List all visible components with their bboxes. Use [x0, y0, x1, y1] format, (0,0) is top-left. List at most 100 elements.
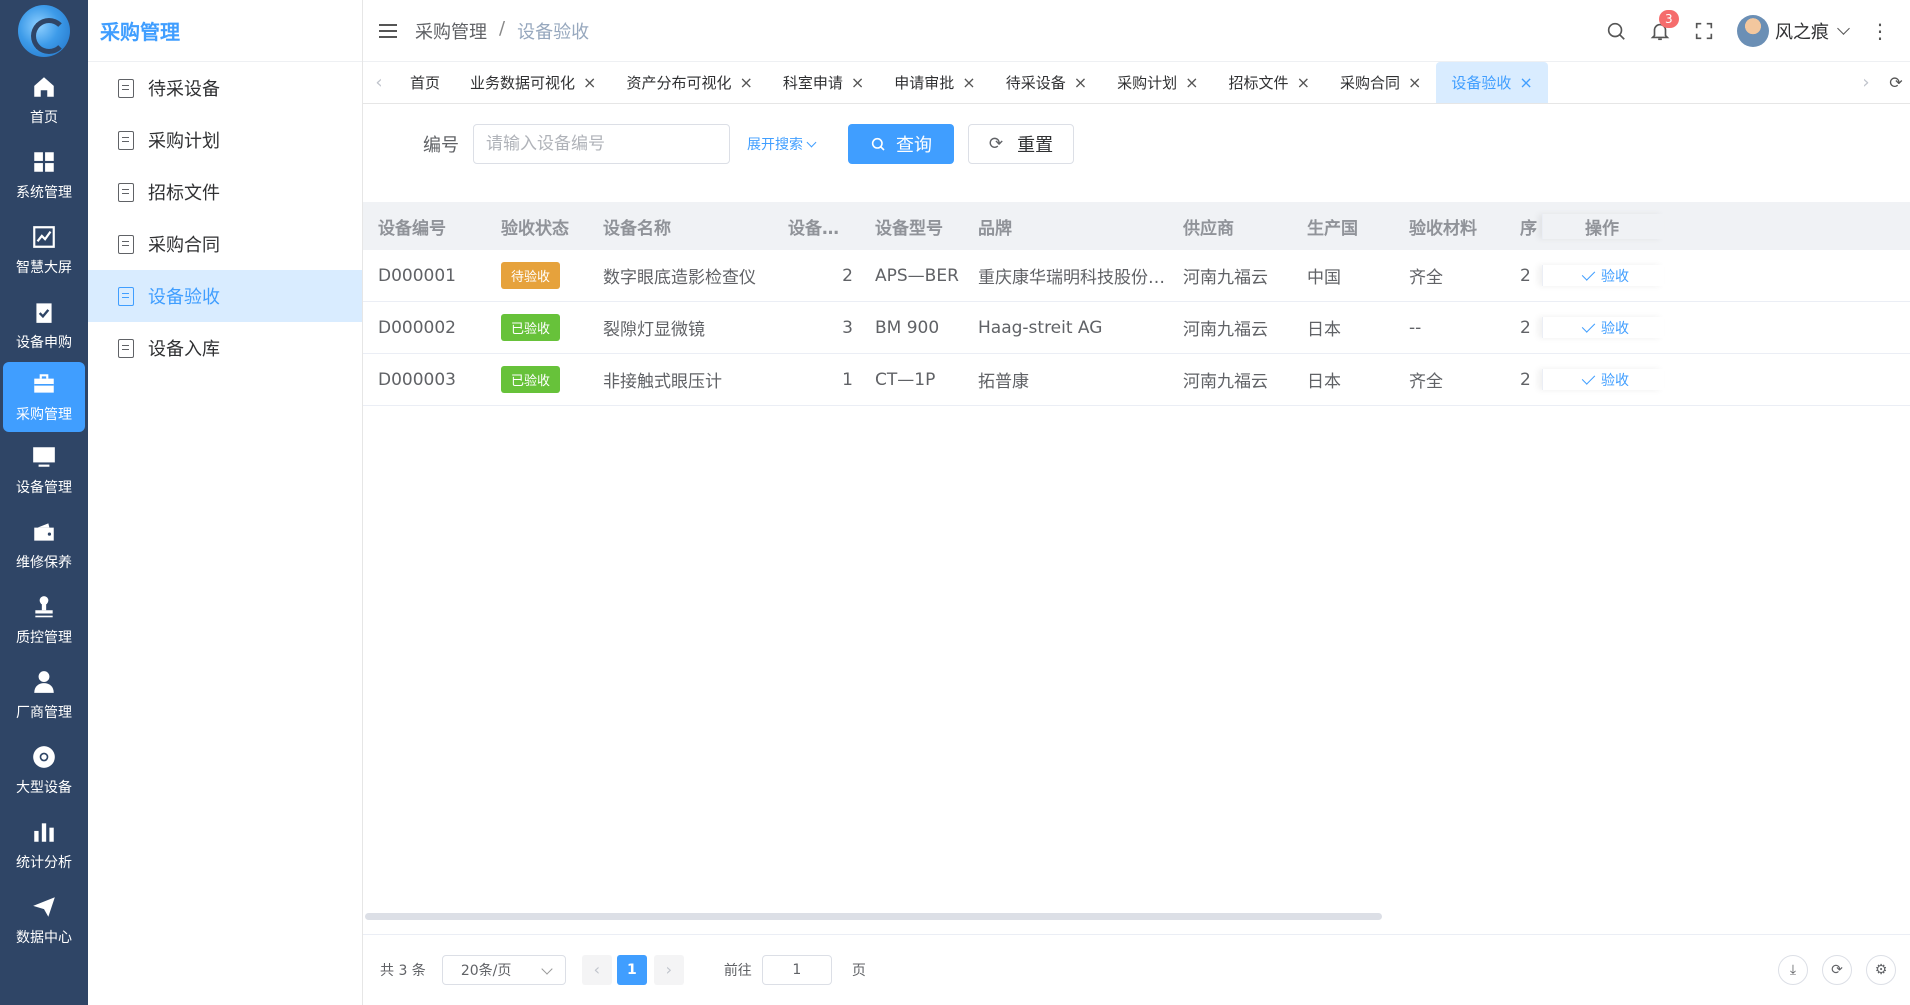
search-icon[interactable]: [1605, 20, 1627, 42]
rail-item-3[interactable]: 设备申购: [0, 287, 88, 362]
tab-1[interactable]: 业务数据可视化 ×: [455, 62, 611, 103]
accept-button[interactable]: 验收: [1581, 370, 1629, 390]
submenu-item-1[interactable]: 采购计划: [88, 114, 362, 166]
cell-status: 已验收: [486, 314, 588, 341]
accept-button[interactable]: 验收: [1581, 318, 1629, 338]
tabs-scroll-right-icon[interactable]: ›: [1850, 62, 1882, 103]
search-icon: [871, 137, 885, 151]
rail-item-10[interactable]: 统计分析: [0, 807, 88, 882]
query-button[interactable]: 查询: [848, 124, 954, 164]
submenu-item-0[interactable]: 待采设备: [88, 62, 362, 114]
col-header-material[interactable]: 验收材料: [1394, 214, 1505, 239]
col-header-quantity[interactable]: 设备数量: [773, 214, 860, 239]
breadcrumb: 采购管理 / 设备验收: [415, 18, 589, 44]
table-row[interactable]: D000003 已验收 非接触式眼压计 1 CT—1P 拓普康 河南九福云 日本 齐全 2 验收: [363, 354, 1910, 406]
rail-item-5[interactable]: 设备管理: [0, 432, 88, 507]
download-icon[interactable]: ⤓: [1778, 954, 1808, 985]
user-menu[interactable]: 风之痕: [1737, 14, 1850, 47]
tab-label: 首页: [410, 74, 441, 92]
rail-item-1[interactable]: 系统管理: [0, 137, 88, 212]
cell-brand: 重庆康华瑞明科技股份有…: [978, 268, 1168, 288]
tab-4[interactable]: 申请审批 ×: [879, 62, 990, 103]
tab-0[interactable]: 首页: [395, 62, 455, 103]
settings-gear-icon[interactable]: ⚙: [1866, 954, 1896, 985]
tab-7[interactable]: 招标文件 ×: [1214, 62, 1325, 103]
tab-label: 设备验收: [1451, 74, 1512, 92]
submenu-item-3[interactable]: 采购合同: [88, 218, 362, 270]
close-icon[interactable]: ×: [583, 73, 596, 92]
submenu-item-2[interactable]: 招标文件: [88, 166, 362, 218]
tab-8[interactable]: 采购合同 ×: [1325, 62, 1436, 103]
tab-label: 申请审批: [894, 74, 955, 92]
home-icon: [30, 73, 58, 101]
chrome-icon: [30, 743, 58, 771]
accept-button[interactable]: 验收: [1581, 266, 1629, 286]
cell-model: BM 900: [875, 317, 940, 338]
prev-page-button[interactable]: ‹: [581, 954, 612, 985]
page-size-select[interactable]: 20条/页: [441, 954, 566, 985]
close-icon[interactable]: ×: [1074, 73, 1087, 92]
rail-item-4[interactable]: 采购管理: [3, 362, 85, 432]
col-header-truncated[interactable]: 序: [1505, 214, 1542, 239]
fullscreen-icon[interactable]: [1693, 20, 1715, 42]
col-header-device-id[interactable]: 设备编号: [363, 214, 486, 239]
table-row[interactable]: D000001 待验收 数字眼底造影检查仪 2 APS—BER 重庆康华瑞明科技股份有… 河…: [363, 250, 1910, 302]
tab-9[interactable]: 设备验收 ×: [1436, 62, 1548, 103]
more-vertical-icon[interactable]: ⋮: [1870, 19, 1890, 43]
table-header: 设备编号 验收状态 设备名称 设备数量 设备型号 品牌 供应商 生产国 验收材料…: [363, 202, 1910, 250]
tabs-refresh-icon[interactable]: ⟳: [1882, 62, 1910, 103]
rail-item-label: 数据中心: [16, 929, 72, 946]
expand-search-link[interactable]: 展开搜索: [747, 134, 817, 154]
close-icon[interactable]: ×: [962, 73, 975, 92]
rail-item-11[interactable]: 数据中心: [0, 882, 88, 957]
breadcrumb-parent[interactable]: 采购管理: [415, 18, 487, 44]
reset-button[interactable]: ⟳ 重置: [968, 124, 1074, 164]
next-page-button[interactable]: ›: [653, 954, 684, 985]
user-icon: [30, 668, 58, 696]
horizontal-scrollbar[interactable]: [365, 913, 1382, 920]
goto-page-input[interactable]: [761, 954, 832, 985]
tab-5[interactable]: 待采设备 ×: [991, 62, 1102, 103]
rail-item-8[interactable]: 厂商管理: [0, 657, 88, 732]
col-header-name[interactable]: 设备名称: [588, 214, 773, 239]
device-id-input[interactable]: [473, 124, 730, 164]
refresh-icon[interactable]: ⟳: [1822, 954, 1852, 985]
tab-6[interactable]: 采购计划 ×: [1102, 62, 1213, 103]
submenu-item-4[interactable]: 设备验收: [88, 270, 362, 322]
rail-item-9[interactable]: 大型设备: [0, 732, 88, 807]
notification-badge: 3: [1659, 9, 1679, 28]
col-header-brand[interactable]: 品牌: [963, 214, 1168, 239]
notification-bell-icon[interactable]: 3: [1649, 9, 1679, 42]
rail-item-6[interactable]: 维修保养: [0, 507, 88, 582]
col-header-status[interactable]: 验收状态: [486, 214, 588, 239]
rail-item-7[interactable]: 质控管理: [0, 582, 88, 657]
rail-item-label: 厂商管理: [16, 704, 72, 721]
tab-2[interactable]: 资产分布可视化 ×: [611, 62, 767, 103]
menu-toggle-icon[interactable]: [379, 23, 397, 38]
close-icon[interactable]: ×: [1408, 73, 1421, 92]
tabs-scroll-left-icon[interactable]: ‹: [363, 62, 395, 103]
col-header-model[interactable]: 设备型号: [860, 214, 963, 239]
document-icon: [118, 182, 134, 202]
rail-item-2[interactable]: 智慧大屏: [0, 212, 88, 287]
table-row[interactable]: D000002 已验收 裂隙灯显微镜 3 BM 900 Haag-streit AG 河南九…: [363, 302, 1910, 354]
page-number-current[interactable]: 1: [616, 954, 647, 985]
page-suffix-label: 页: [851, 962, 866, 979]
tab-3[interactable]: 科室申请 ×: [768, 62, 879, 103]
close-icon[interactable]: ×: [739, 73, 752, 92]
close-icon[interactable]: ×: [851, 73, 864, 92]
cell-material: 齐全: [1409, 268, 1443, 288]
rail-item-label: 设备管理: [16, 479, 72, 496]
close-icon[interactable]: ×: [1297, 73, 1310, 92]
col-header-supplier[interactable]: 供应商: [1168, 214, 1292, 239]
tab-label: 采购计划: [1117, 74, 1178, 92]
submenu-item-5[interactable]: 设备入库: [88, 322, 362, 374]
document-icon: [118, 286, 134, 306]
cell-truncated: 2: [1520, 317, 1531, 338]
close-icon[interactable]: ×: [1185, 73, 1198, 92]
stamp-icon: [30, 593, 58, 621]
col-header-origin[interactable]: 生产国: [1292, 214, 1394, 239]
bar-chart-icon: [30, 818, 58, 846]
rail-item-0[interactable]: 首页: [0, 62, 88, 137]
close-icon[interactable]: ×: [1519, 73, 1532, 92]
